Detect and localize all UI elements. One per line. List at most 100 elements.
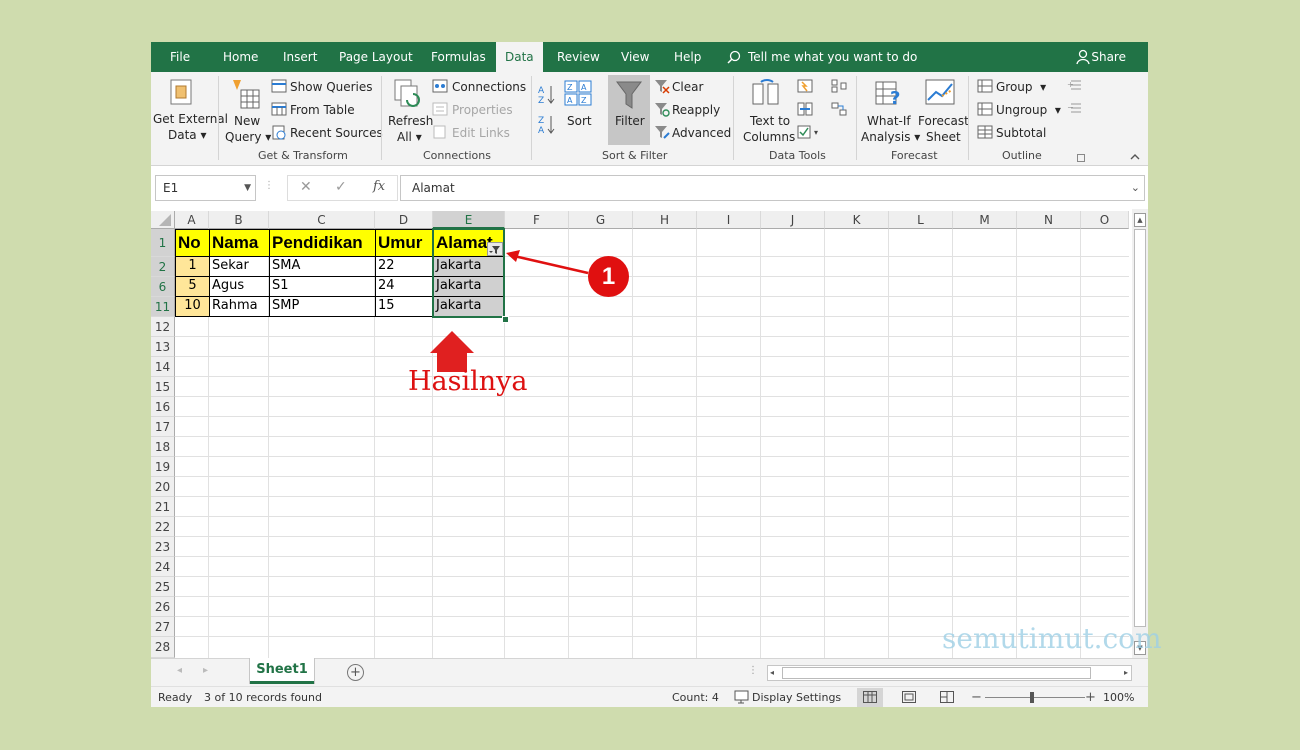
horizontal-scroll-thumb[interactable] [782, 667, 1091, 679]
horizontal-scrollbar[interactable]: ◂ ▸ [767, 665, 1132, 681]
tab-view[interactable]: View [612, 42, 658, 72]
show-queries-button[interactable]: Show Queries [290, 80, 373, 94]
cell-d1[interactable]: Umur [375, 229, 434, 257]
worksheet-grid[interactable]: ABCDEFGHIJKLMNO 1 2 6 11 12 13 14 15 16 17 18 19 20 2… [151, 209, 1148, 658]
column-header-d[interactable]: D [375, 211, 433, 229]
row-header-20[interactable]: 20 [151, 477, 175, 497]
display-settings-button[interactable]: Display Settings [752, 687, 841, 707]
zoom-out-button[interactable]: − [971, 687, 982, 707]
refresh-all-button[interactable]: Refresh [388, 114, 433, 128]
row-header-19[interactable]: 19 [151, 457, 175, 477]
row-header-6[interactable]: 6 [151, 277, 175, 297]
collapse-ribbon-icon[interactable] [1130, 150, 1140, 164]
what-if-analysis-button[interactable]: What-If [867, 114, 911, 128]
formula-bar-splitter-icon[interactable]: ⋮ [264, 180, 274, 191]
show-detail-icon[interactable]: + [1067, 79, 1081, 94]
cell-c2[interactable]: SMA [269, 256, 376, 277]
cell-e6[interactable]: Jakarta [433, 276, 505, 297]
scroll-left-icon[interactable]: ◂ [770, 666, 774, 680]
advanced-button[interactable]: Advanced [672, 126, 731, 140]
vertical-scrollbar[interactable]: ▲ ▼ [1132, 209, 1148, 658]
formula-input[interactable]: Alamat ⌄ [400, 175, 1145, 201]
page-break-preview-icon[interactable] [940, 691, 954, 706]
column-header-c[interactable]: C [269, 211, 375, 229]
tab-file[interactable]: File [161, 42, 199, 72]
data-validation-icon[interactable]: ▾ [797, 125, 823, 142]
consolidate-icon[interactable] [831, 79, 847, 96]
group-button[interactable]: Group ▾ [996, 80, 1046, 94]
sheet-tab-sheet1[interactable]: Sheet1 [250, 658, 314, 684]
select-all-corner[interactable] [151, 211, 175, 229]
cell-b1[interactable]: Nama [209, 229, 270, 257]
enter-icon[interactable]: ✓ [335, 179, 347, 195]
add-sheet-icon[interactable]: + [347, 664, 364, 681]
row-header-14[interactable]: 14 [151, 357, 175, 377]
column-header-k[interactable]: K [825, 211, 889, 229]
tab-splitter-icon[interactable]: ⋮ [748, 665, 758, 676]
recent-sources-button[interactable]: Recent Sources [290, 126, 383, 140]
row-header-2[interactable]: 2 [151, 257, 175, 277]
name-box[interactable]: E1 ▼ [155, 175, 256, 201]
next-sheet-icon[interactable]: ▸ [203, 665, 208, 676]
column-header-l[interactable]: L [889, 211, 953, 229]
flash-fill-icon[interactable] [797, 79, 813, 96]
cell-e11[interactable]: Jakarta [433, 296, 505, 317]
outline-dialog-launcher-icon[interactable] [1077, 151, 1085, 165]
row-header-12[interactable]: 12 [151, 317, 175, 337]
row-header-18[interactable]: 18 [151, 437, 175, 457]
row-header-15[interactable]: 15 [151, 377, 175, 397]
cell-a1[interactable]: No [175, 229, 210, 257]
row-header-25[interactable]: 25 [151, 577, 175, 597]
scroll-right-icon[interactable]: ▸ [1124, 666, 1128, 680]
row-header-26[interactable]: 26 [151, 597, 175, 617]
name-box-dropdown-icon[interactable]: ▼ [244, 176, 251, 200]
new-query-button[interactable]: New [234, 114, 260, 128]
cell-a11[interactable]: 10 [175, 296, 210, 317]
row-header-17[interactable]: 17 [151, 417, 175, 437]
row-header-16[interactable]: 16 [151, 397, 175, 417]
sort-za-icon[interactable]: ZA [538, 114, 556, 137]
prev-sheet-icon[interactable]: ◂ [177, 665, 182, 676]
reapply-button[interactable]: Reapply [672, 103, 720, 117]
text-to-columns-button[interactable]: Text to [750, 114, 790, 128]
row-header-23[interactable]: 23 [151, 537, 175, 557]
normal-view-button[interactable] [857, 688, 883, 707]
tell-me-search[interactable]: Tell me what you want to do [748, 42, 917, 72]
tab-insert[interactable]: Insert [274, 42, 326, 72]
column-header-j[interactable]: J [761, 211, 825, 229]
column-header-i[interactable]: I [697, 211, 761, 229]
column-header-a[interactable]: A [175, 211, 209, 229]
cell-b2[interactable]: Sekar [209, 256, 270, 277]
insert-function-icon[interactable]: fx [373, 179, 385, 194]
properties-button[interactable]: Properties [452, 103, 513, 117]
connections-button[interactable]: Connections [452, 80, 526, 94]
row-header-24[interactable]: 24 [151, 557, 175, 577]
tab-review[interactable]: Review [548, 42, 609, 72]
row-header-22[interactable]: 22 [151, 517, 175, 537]
cell-a2[interactable]: 1 [175, 256, 210, 277]
page-layout-view-icon[interactable] [902, 691, 916, 706]
zoom-slider-thumb[interactable] [1030, 692, 1034, 703]
row-header-1[interactable]: 1 [151, 229, 175, 257]
tab-page-layout[interactable]: Page Layout [330, 42, 422, 72]
column-header-b[interactable]: B [209, 211, 269, 229]
hide-detail-icon[interactable]: − [1067, 102, 1081, 117]
expand-formula-bar-icon[interactable]: ⌄ [1131, 176, 1140, 200]
zoom-level[interactable]: 100% [1103, 687, 1134, 707]
from-table-button[interactable]: From Table [290, 103, 355, 117]
cell-c1[interactable]: Pendidikan [269, 229, 376, 257]
column-header-o[interactable]: O [1081, 211, 1129, 229]
tab-data[interactable]: Data [496, 42, 543, 72]
column-header-n[interactable]: N [1017, 211, 1081, 229]
cell-e2[interactable]: Jakarta [433, 256, 505, 277]
clear-button[interactable]: Clear [672, 80, 703, 94]
filter-button[interactable]: Filter [608, 75, 650, 145]
remove-duplicates-icon[interactable] [797, 102, 813, 119]
autofilter-button[interactable] [487, 242, 503, 256]
cell-c6[interactable]: S1 [269, 276, 376, 297]
row-header-27[interactable]: 27 [151, 617, 175, 637]
row-header-11[interactable]: 11 [151, 297, 175, 317]
cell-b6[interactable]: Agus [209, 276, 270, 297]
column-header-f[interactable]: F [505, 211, 569, 229]
cell-d2[interactable]: 22 [375, 256, 434, 277]
